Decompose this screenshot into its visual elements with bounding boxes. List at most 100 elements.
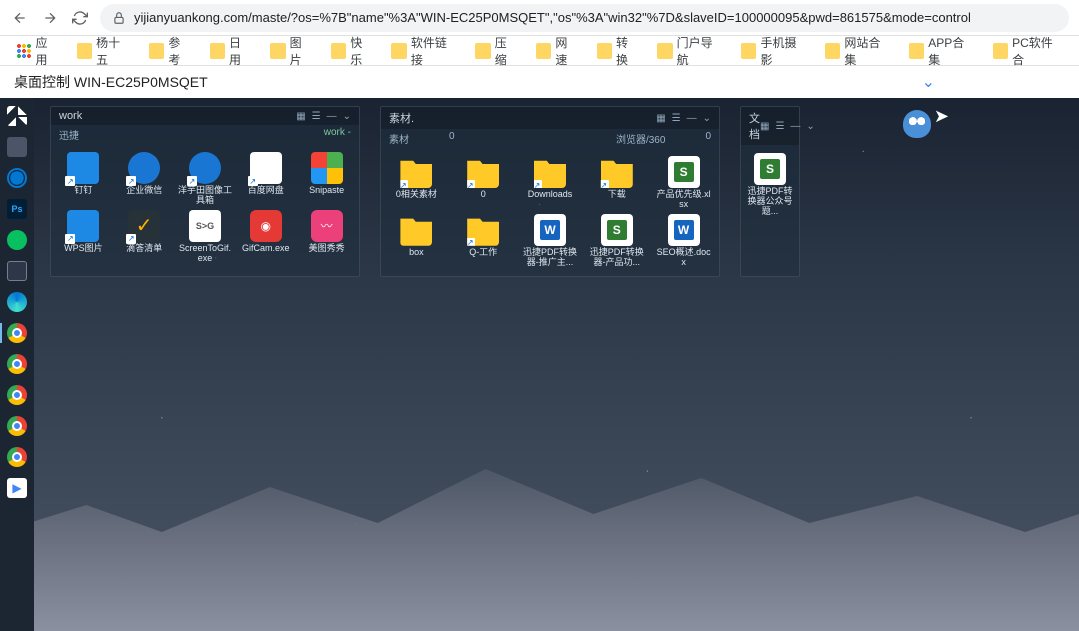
list-icon[interactable]: ☰ (312, 111, 321, 122)
desktop-icon[interactable]: 〰美图秀秀 (298, 210, 355, 264)
url-text: yijianyuankong.com/maste/?os=%7B"name"%3… (134, 10, 971, 25)
list-icon[interactable]: ☰ (775, 121, 784, 132)
taskbar-chrome5[interactable] (2, 443, 32, 471)
menu-icon[interactable]: ⌄ (703, 113, 711, 124)
icon-label: Snipaste (309, 186, 344, 196)
desktop-icon[interactable]: 下载 (585, 156, 648, 210)
taskbar-task-view[interactable] (2, 133, 32, 161)
icon-label: 迅捷PDF转换器-产品功... (588, 248, 646, 268)
desktop-icon[interactable]: 企业微信 (116, 152, 173, 206)
taskbar-chrome1[interactable] (2, 319, 32, 347)
menu-icon[interactable]: ⌄ (343, 111, 351, 122)
taskbar-chrome2[interactable] (2, 350, 32, 378)
forward-button[interactable] (40, 8, 60, 28)
desktop-icon[interactable]: 钉钉 (55, 152, 112, 206)
remote-desktop-view[interactable]: ➤ Ps▶ work▦☰—⌄迅捷work -钉钉企业微信洋芋田图像工具箱百度网盘… (0, 98, 1079, 631)
chrome5-icon (7, 447, 27, 467)
desktop-icon[interactable]: 0 (452, 156, 515, 210)
desktop-icon[interactable]: 0相关素材 (385, 156, 448, 210)
desktop-icon[interactable]: ◉GifCam.exe (237, 210, 294, 264)
taskbar-start[interactable] (2, 102, 32, 130)
desktop-icon[interactable]: 百度网盘 (237, 152, 294, 206)
bookmark-item[interactable]: 参考 (143, 32, 198, 70)
fence-work[interactable]: work ▦ ☰ — ⌄ 迅捷 work - 钉钉企业微信洋芋田图像工具箱百度网盘 Snipas… (50, 106, 360, 277)
icon-label: 美图秀秀 (309, 244, 345, 254)
word-icon (668, 214, 700, 246)
icon-label: 迅捷PDF转换器-推广主... (521, 248, 579, 268)
desktop-icon[interactable]: ✓滴答清单 (116, 210, 173, 264)
taskbar-wechat[interactable] (2, 226, 32, 254)
desktop-fences: work ▦ ☰ — ⌄ 迅捷 work - 钉钉企业微信洋芋田图像工具箱百度网盘 Snipas… (50, 106, 800, 277)
bookmark-item[interactable]: 网站合集 (819, 32, 897, 70)
desktop-icon[interactable]: box (385, 214, 448, 268)
page-header: 桌面控制 WIN-EC25P0MSQET ⌄ (0, 66, 1079, 98)
bookmark-item[interactable]: 转换 (591, 32, 646, 70)
desktop-icon[interactable]: WPS图片 (55, 210, 112, 264)
sub-right[interactable]: work - (324, 127, 351, 142)
taskbar-player[interactable]: ▶ (2, 474, 32, 502)
sub-label[interactable]: 浏览器/360 (616, 131, 665, 146)
taskbar-ie[interactable] (2, 164, 32, 192)
bookmark-item[interactable]: 压缩 (469, 32, 524, 70)
bookmark-item[interactable]: APP合集 (903, 32, 981, 70)
grid-icon[interactable]: ▦ (656, 113, 665, 124)
fence-controls[interactable]: ▦ ☰ — ⌄ (760, 121, 815, 132)
desktop-icon[interactable]: 迅捷PDF转换器公众号题... (745, 153, 795, 217)
bookmark-item[interactable]: 门户导航 (651, 32, 729, 70)
chevron-down-icon[interactable]: ⌄ (922, 72, 935, 92)
collapse-icon[interactable]: — (687, 113, 697, 124)
address-bar[interactable]: yijianyuankong.com/maste/?os=%7B"name"%3… (100, 4, 1069, 32)
sub-label[interactable]: 素材 (389, 131, 409, 146)
fence-header[interactable]: work ▦ ☰ — ⌄ (51, 107, 359, 125)
bookmark-item[interactable]: PC软件合 (987, 32, 1069, 70)
taskbar-chrome3[interactable] (2, 381, 32, 409)
desktop-icon[interactable]: 洋芋田图像工具箱 (177, 152, 234, 206)
grid-icon[interactable]: ▦ (296, 111, 305, 122)
taskbar-edge[interactable] (2, 288, 32, 316)
fence-title: work (59, 110, 82, 122)
taskbar-monitor[interactable] (2, 257, 32, 285)
desktop-icon[interactable]: Q-工作 (452, 214, 515, 268)
fence-title: 素材. (389, 110, 414, 126)
collapse-icon[interactable]: — (327, 111, 337, 122)
collapse-icon[interactable]: — (790, 121, 800, 132)
bookmark-item[interactable]: 图片 (264, 32, 319, 70)
desktop-icon[interactable]: S>GScreenToGif.exe (177, 210, 234, 264)
fence-controls[interactable]: ▦ ☰ — ⌄ (656, 113, 711, 124)
owl-tray-icon[interactable] (903, 110, 931, 138)
grid-icon[interactable]: ▦ (760, 121, 769, 132)
bookmark-item[interactable]: 杨十五 (71, 32, 137, 70)
desktop-icon[interactable]: Downloads (519, 156, 582, 210)
desktop-icon[interactable]: SEO概述.docx (652, 214, 715, 268)
xls-icon (601, 214, 633, 246)
chrome1-icon (7, 323, 27, 343)
bookmarks-bar: 应用杨十五参考日用图片快乐软件链接压缩网速转换门户导航手机摄影网站合集APP合集… (0, 36, 1079, 66)
fence-header[interactable]: 文档▦☰—⌄ (741, 107, 799, 145)
back-button[interactable] (10, 8, 30, 28)
fence-文档[interactable]: 文档▦☰—⌄迅捷PDF转换器公众号题... (740, 106, 800, 277)
taskbar-chrome4[interactable] (2, 412, 32, 440)
bookmark-item[interactable]: 应用 (10, 32, 65, 70)
desktop-icon[interactable]: 产品优先级.xlsx (652, 156, 715, 210)
reload-button[interactable] (70, 8, 90, 28)
bookmark-item[interactable]: 日用 (204, 32, 259, 70)
bookmark-item[interactable]: 软件链接 (385, 32, 463, 70)
folder-icon (825, 43, 840, 59)
icon-label: 下载 (608, 190, 626, 200)
icon-label: GifCam.exe (242, 244, 290, 254)
bookmark-item[interactable]: 手机摄影 (735, 32, 813, 70)
bookmark-item[interactable]: 网速 (530, 32, 585, 70)
taskbar-photoshop[interactable]: Ps (2, 195, 32, 223)
desktop-icon[interactable]: 迅捷PDF转换器-产品功... (585, 214, 648, 268)
sub-count: 0 (449, 131, 455, 146)
bookmark-label: 软件链接 (411, 34, 457, 68)
desktop-icon[interactable]: 迅捷PDF转换器-推广主... (519, 214, 582, 268)
bookmark-item[interactable]: 快乐 (325, 32, 380, 70)
fence-header[interactable]: 素材. ▦ ☰ — ⌄ (381, 107, 719, 129)
fence-controls[interactable]: ▦ ☰ — ⌄ (296, 111, 351, 122)
menu-icon[interactable]: ⌄ (806, 121, 814, 132)
fence-素材.[interactable]: 素材.▦☰—⌄素材0浏览器/36000相关素材0Downloads下载产品优先级… (380, 106, 720, 277)
desktop-icon[interactable]: Snipaste (298, 152, 355, 206)
list-icon[interactable]: ☰ (672, 113, 681, 124)
sub-label[interactable]: 迅捷 (59, 127, 79, 142)
